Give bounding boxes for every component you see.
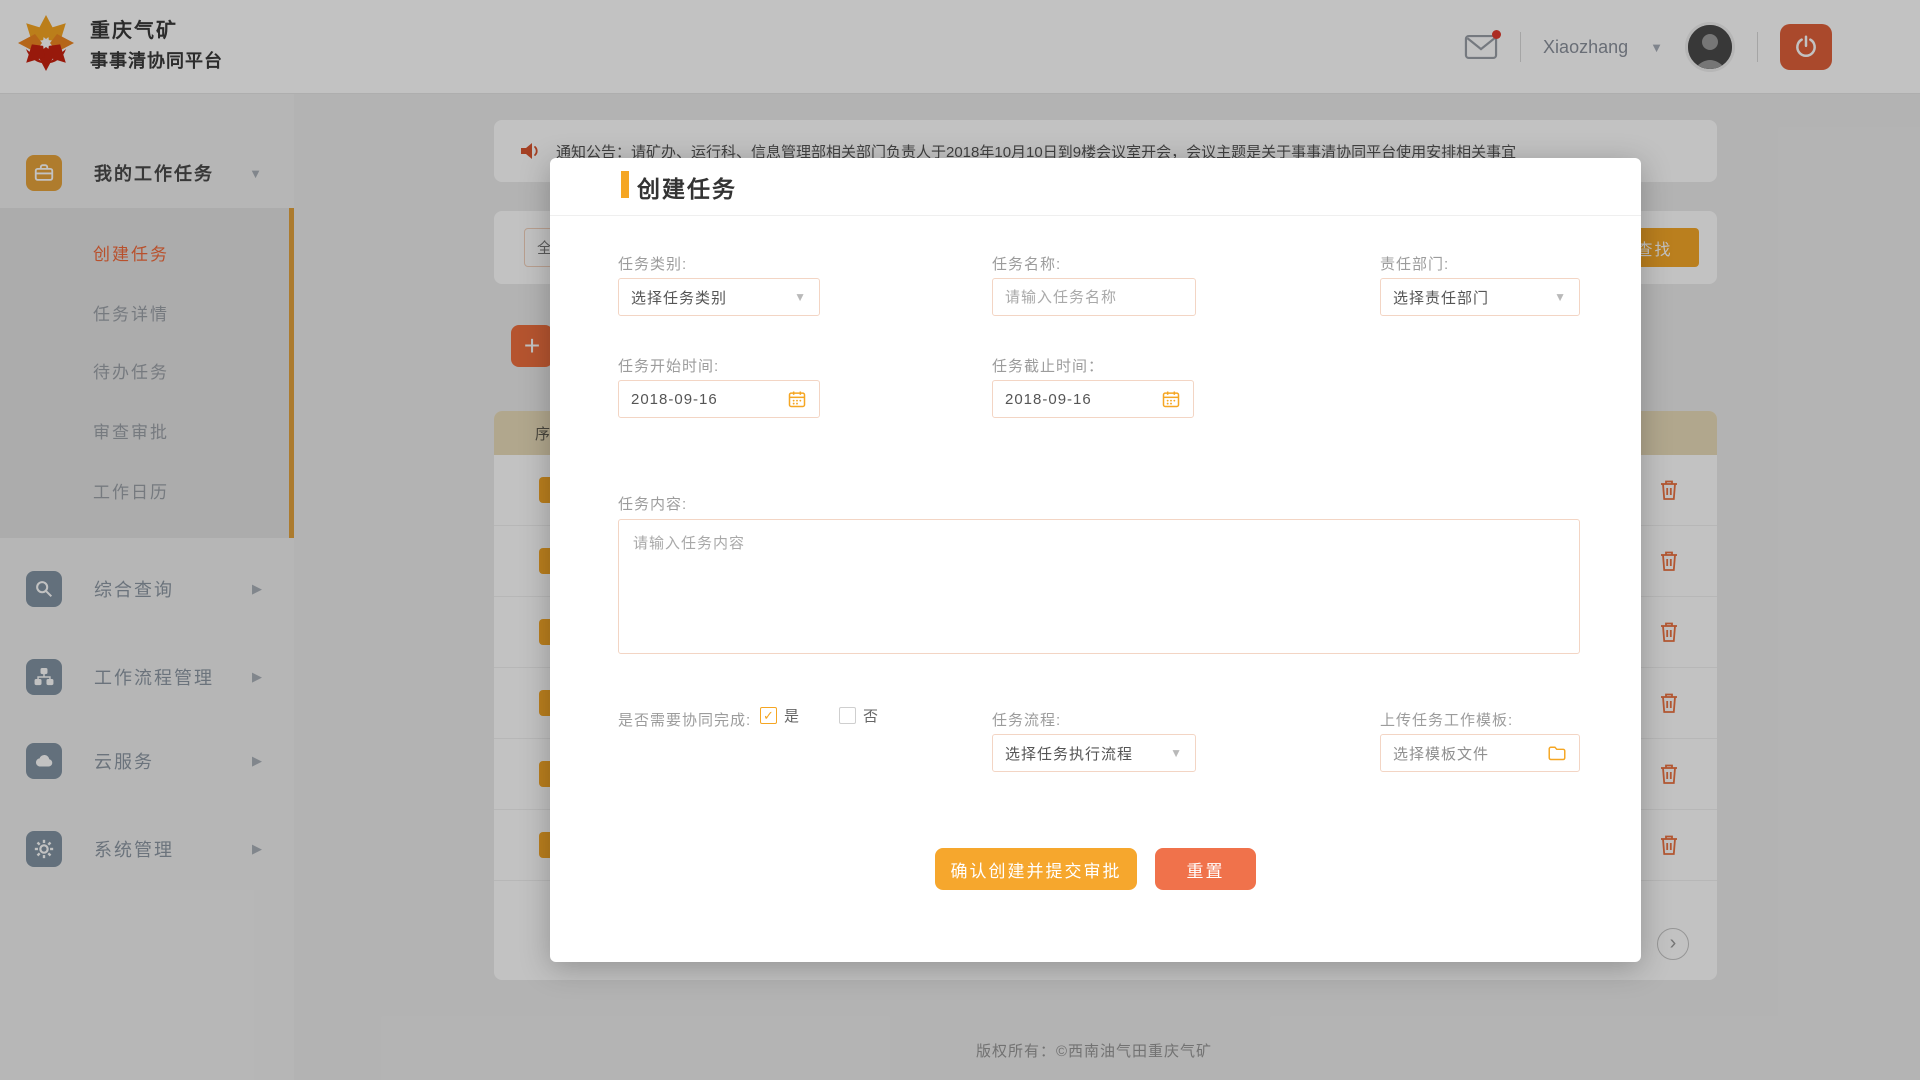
collaborative-yes-checkbox[interactable]: ✓ 是 xyxy=(760,705,799,726)
collaborative-yes-label: 是 xyxy=(784,705,799,726)
task-name-input[interactable] xyxy=(992,278,1196,316)
modal-header: 创建任务 xyxy=(550,158,1641,216)
chevron-down-icon: ▼ xyxy=(1554,290,1567,304)
end-date-input[interactable]: 2018-09-16 xyxy=(992,380,1194,418)
task-category-value: 选择任务类别 xyxy=(631,287,727,308)
department-value: 选择责任部门 xyxy=(1393,287,1489,308)
start-date-input[interactable]: 2018-09-16 xyxy=(618,380,820,418)
chevron-down-icon: ▼ xyxy=(1170,746,1183,760)
task-content-label: 任务内容: xyxy=(618,493,687,514)
task-category-select[interactable]: 选择任务类别 ▼ xyxy=(618,278,820,316)
task-name-label: 任务名称: xyxy=(992,253,1061,274)
app-root: 重庆气矿 事事清协同平台 Xiaozhang ▼ xyxy=(0,0,1920,1080)
calendar-icon xyxy=(787,389,807,409)
task-flow-select[interactable]: 选择任务执行流程 ▼ xyxy=(992,734,1196,772)
calendar-icon xyxy=(1161,389,1181,409)
template-file-value: 选择模板文件 xyxy=(1393,743,1489,764)
task-category-label: 任务类别: xyxy=(618,253,687,274)
task-content-textarea[interactable] xyxy=(618,519,1580,654)
create-task-modal: 创建任务 任务类别: 选择任务类别 ▼ 任务名称: 责任部门: 选择责任部门 ▼… xyxy=(550,158,1641,962)
template-file-picker[interactable]: 选择模板文件 xyxy=(1380,734,1580,772)
department-label: 责任部门: xyxy=(1380,253,1449,274)
end-date-value: 2018-09-16 xyxy=(1005,391,1092,408)
start-date-value: 2018-09-16 xyxy=(631,391,718,408)
modal-title: 创建任务 xyxy=(637,170,737,204)
task-flow-value: 选择任务执行流程 xyxy=(1005,743,1133,764)
start-time-label: 任务开始时间: xyxy=(618,355,719,376)
upload-template-label: 上传任务工作模板: xyxy=(1380,709,1513,730)
reset-button[interactable]: 重置 xyxy=(1155,848,1256,890)
collaborative-label: 是否需要协同完成: xyxy=(618,709,751,730)
task-flow-label: 任务流程: xyxy=(992,709,1061,730)
title-accent-bar xyxy=(621,171,629,198)
department-select[interactable]: 选择责任部门 ▼ xyxy=(1380,278,1580,316)
checkbox-unchecked-icon xyxy=(839,707,856,724)
collaborative-no-label: 否 xyxy=(863,705,878,726)
confirm-submit-button[interactable]: 确认创建并提交审批 xyxy=(935,848,1137,890)
folder-icon xyxy=(1547,744,1567,762)
chevron-down-icon: ▼ xyxy=(794,290,807,304)
end-time-label: 任务截止时间： xyxy=(992,355,1104,376)
collaborative-no-checkbox[interactable]: 否 xyxy=(839,705,878,726)
checkbox-checked-icon: ✓ xyxy=(760,707,777,724)
